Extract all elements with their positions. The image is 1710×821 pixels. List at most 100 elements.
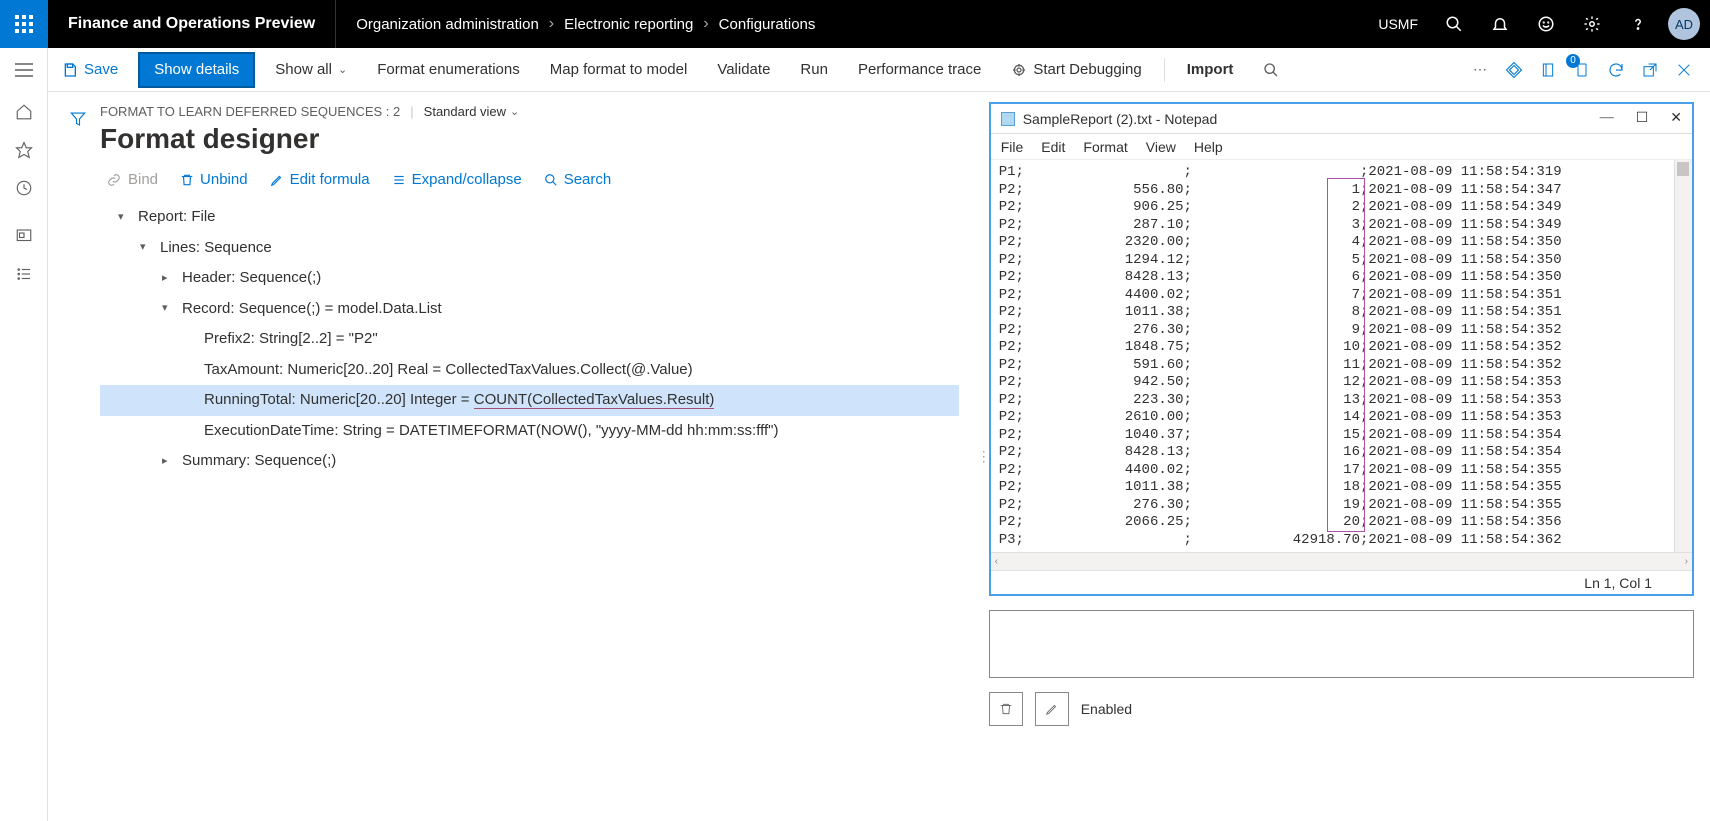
tree-node-summary[interactable]: ▸ Summary: Sequence(;) [100,446,959,477]
trash-icon [180,172,194,188]
designer-toolbar: Bind Unbind Edit formula Expand/collapse… [100,171,959,188]
enabled-field-label: Enabled [1081,701,1132,717]
caret-down-icon: ▾ [162,298,174,319]
list-tree-icon [392,173,406,187]
search-icon [544,173,558,187]
start-debugging-button[interactable]: Start Debugging [997,48,1155,92]
show-details-button[interactable]: Show details [138,52,255,88]
waffle-icon [15,15,33,33]
bind-link[interactable]: Bind [106,171,158,188]
tree-label: Prefix2: String[2..2] = "P2" [204,325,378,354]
tree-node-report[interactable]: ▾Report: File [100,202,959,233]
app-title: Finance and Operations Preview [48,0,336,48]
perf-trace-label: Performance trace [858,61,981,78]
link-icon [106,173,122,187]
tree-node-lines[interactable]: ▾Lines: Sequence [100,233,959,264]
format-enumerations-button[interactable]: Format enumerations [363,48,534,92]
tree-label: Summary: Sequence(;) [182,447,336,476]
breadcrumb-item[interactable]: Configurations [719,16,816,33]
office-icon[interactable] [1538,60,1558,80]
list-icon[interactable] [14,264,34,284]
notepad-text-area[interactable]: P1; ; ;2021-08-09 11:58:54:319 P2; 556.8… [991,160,1674,552]
menu-format[interactable]: Format [1083,139,1127,155]
horizontal-scrollbar[interactable]: ‹› [991,552,1692,570]
tree-node-taxamount[interactable]: TaxAmount: Numeric[20..20] Real = Collec… [100,355,959,386]
page-title: Format designer [100,123,959,155]
notepad-icon [1001,112,1015,126]
tree-label: Record: Sequence(;) = model.Data.List [182,295,442,324]
divider [1164,58,1165,82]
refresh-icon[interactable] [1606,60,1626,80]
topbar: Finance and Operations Preview Organizat… [0,0,1710,48]
delete-button[interactable] [989,692,1023,726]
unbind-link[interactable]: Unbind [180,171,248,188]
attachments-icon[interactable]: 0 [1572,60,1592,80]
minimize-icon[interactable]: — [1600,110,1614,127]
show-all-label: Show all [275,61,332,78]
breadcrumb-item[interactable]: Electronic reporting [564,16,693,33]
caret-right-icon: ▸ [162,451,174,472]
tree-node-record[interactable]: ▾ Record: Sequence(;) = model.Data.List [100,294,959,325]
map-format-label: Map format to model [550,61,688,78]
import-button[interactable]: Import [1173,48,1248,92]
toolbar-search-icon[interactable] [1249,48,1293,92]
save-label: Save [84,61,118,78]
notepad-statusbar: Ln 1, Col 1 [991,570,1692,594]
menu-view[interactable]: View [1146,139,1176,155]
search-link[interactable]: Search [544,171,612,188]
cursor-position: Ln 1, Col 1 [1584,575,1652,591]
smiley-icon[interactable] [1526,0,1566,48]
splitter-handle[interactable]: ⋮ [979,92,989,821]
menu-help[interactable]: Help [1194,139,1223,155]
description-textarea[interactable] [989,610,1694,678]
filter-icon[interactable] [69,110,87,477]
edit-button[interactable] [1035,692,1069,726]
search-icon[interactable] [1434,0,1474,48]
gear-icon[interactable] [1572,0,1612,48]
avatar[interactable]: AD [1668,8,1700,40]
tree-node-prefix2[interactable]: Prefix2: String[2..2] = "P2" [100,324,959,355]
hamburger-button[interactable] [0,48,48,92]
popout-icon[interactable] [1640,60,1660,80]
star-icon[interactable] [14,140,34,160]
diamond-icon[interactable] [1504,60,1524,80]
breadcrumb-item[interactable]: Organization administration [356,16,539,33]
map-format-button[interactable]: Map format to model [536,48,702,92]
tree-node-header[interactable]: ▸Header: Sequence(;) [100,263,959,294]
save-button[interactable]: Save [48,48,132,92]
scrollbar-thumb[interactable] [1677,162,1689,176]
debug-icon [1011,62,1027,78]
unbind-label: Unbind [200,171,248,188]
validate-button[interactable]: Validate [703,48,784,92]
home-icon[interactable] [14,102,34,122]
caret-right-icon: ▸ [162,268,174,289]
tree-label: RunningTotal: Numeric[20..20] Integer = … [204,386,714,415]
tree-node-executiondatetime[interactable]: ExecutionDateTime: String = DATETIMEFORM… [100,416,959,447]
run-button[interactable]: Run [786,48,842,92]
maximize-icon[interactable]: ☐ [1636,110,1649,127]
close-icon[interactable]: ✕ [1670,110,1682,127]
show-all-button[interactable]: Show all⌄ [261,48,361,92]
workspace-icon[interactable] [14,226,34,246]
notepad-window: SampleReport (2).txt - Notepad — ☐ ✕ Fil… [989,102,1694,596]
help-icon[interactable] [1618,0,1658,48]
clock-icon[interactable] [14,178,34,198]
bell-icon[interactable] [1480,0,1520,48]
app-launcher-button[interactable] [0,0,48,48]
more-icon[interactable]: ⋯ [1470,60,1490,80]
caret-down-icon: ▾ [118,207,130,228]
notepad-menubar: File Edit Format View Help [991,134,1692,160]
close-icon[interactable] [1674,60,1694,80]
tree-node-runningtotal[interactable]: RunningTotal: Numeric[20..20] Integer = … [100,385,959,416]
performance-trace-button[interactable]: Performance trace [844,48,995,92]
view-selector[interactable]: Standard view ⌄ [424,104,520,119]
expand-collapse-link[interactable]: Expand/collapse [392,171,522,188]
menu-edit[interactable]: Edit [1041,139,1065,155]
notepad-titlebar[interactable]: SampleReport (2).txt - Notepad — ☐ ✕ [991,104,1692,134]
badge-count: 0 [1566,54,1580,68]
edit-formula-link[interactable]: Edit formula [270,171,370,188]
vertical-scrollbar[interactable] [1674,160,1692,552]
actionbar: Save Show details Show all⌄ Format enume… [48,48,1710,92]
menu-file[interactable]: File [1001,139,1024,155]
company-label[interactable]: USMF [1378,16,1428,32]
